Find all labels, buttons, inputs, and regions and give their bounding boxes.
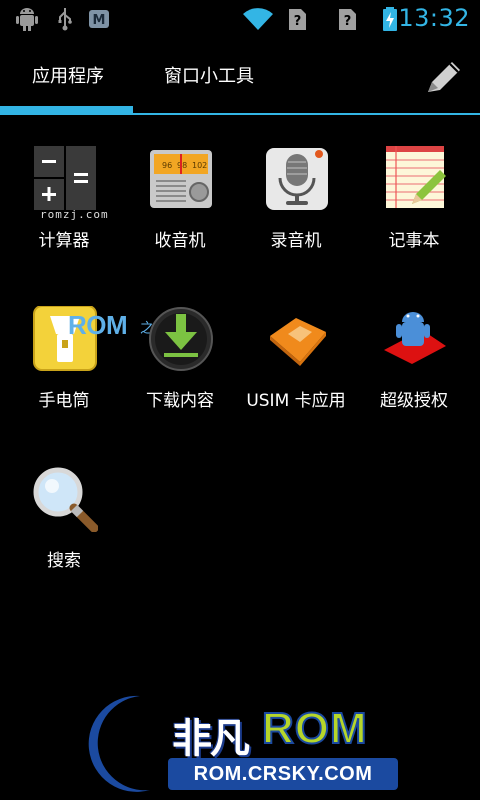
crsky-logo: 非凡 ROM ROM.CRSKY.COM bbox=[80, 690, 410, 800]
app-label: 记事本 bbox=[388, 231, 440, 251]
battery-charging-icon bbox=[383, 7, 397, 31]
market-icon: M bbox=[89, 10, 109, 28]
no-sim-icon: ? bbox=[289, 9, 306, 30]
clock: 13:32 bbox=[398, 4, 470, 32]
search-icon bbox=[33, 467, 98, 532]
svg-text:96: 96 bbox=[162, 161, 172, 170]
app-label: USIM 卡应用 bbox=[246, 391, 346, 411]
tab-bar: 应用程序 窗口小工具 bbox=[0, 38, 480, 116]
app-label: 收音机 bbox=[154, 231, 206, 251]
svg-text:?: ? bbox=[294, 14, 302, 29]
logo-rom: ROM bbox=[261, 703, 368, 754]
app-label: 计算器 bbox=[38, 231, 90, 251]
calculator-icon bbox=[34, 146, 96, 210]
logo-url: ROM.CRSKY.COM bbox=[168, 758, 398, 790]
svg-text:?: ? bbox=[344, 14, 352, 29]
tab-apps[interactable]: 应用程序 bbox=[32, 62, 104, 88]
app-label: 超级授权 bbox=[380, 391, 448, 411]
radio-icon: 96 98 102 bbox=[150, 150, 212, 208]
app-recorder[interactable]: 录音机 bbox=[238, 146, 354, 276]
status-bar: M ? ? 13:32 bbox=[0, 0, 480, 38]
app-label: 手电筒 bbox=[38, 391, 90, 411]
sim-card-icon bbox=[270, 318, 326, 366]
logo-swirl-icon bbox=[88, 695, 150, 792]
usb-icon bbox=[58, 8, 72, 31]
app-search[interactable]: 搜索 bbox=[6, 466, 122, 596]
app-superuser[interactable]: 超级授权 bbox=[356, 306, 472, 436]
app-downloads[interactable]: 下载内容 bbox=[122, 306, 238, 436]
superuser-icon bbox=[384, 312, 446, 364]
app-label: 搜索 bbox=[47, 551, 81, 571]
app-usim[interactable]: USIM 卡应用 bbox=[238, 306, 354, 436]
tab-divider bbox=[0, 113, 480, 115]
download-icon bbox=[149, 307, 213, 371]
svg-text:98: 98 bbox=[177, 161, 187, 170]
notepad-icon bbox=[386, 146, 446, 208]
tab-widgets[interactable]: 窗口小工具 bbox=[164, 62, 254, 88]
app-notepad[interactable]: 记事本 bbox=[356, 146, 472, 276]
no-sim-icon: ? bbox=[339, 9, 356, 30]
watermark-rom: ROM bbox=[68, 310, 128, 340]
wifi-icon bbox=[243, 8, 273, 31]
android-debug-icon bbox=[16, 8, 38, 31]
svg-text:102: 102 bbox=[192, 161, 207, 170]
app-radio[interactable]: 96 98 102 收音机 bbox=[122, 146, 238, 276]
logo-chinese: 非凡 bbox=[172, 716, 250, 762]
app-label: 下载内容 bbox=[146, 391, 214, 411]
pencil-icon[interactable] bbox=[420, 56, 466, 100]
microphone-icon bbox=[266, 148, 328, 210]
app-label: 录音机 bbox=[270, 231, 322, 251]
watermark-text: romzj.com bbox=[40, 208, 109, 221]
svg-text:M: M bbox=[93, 13, 106, 28]
